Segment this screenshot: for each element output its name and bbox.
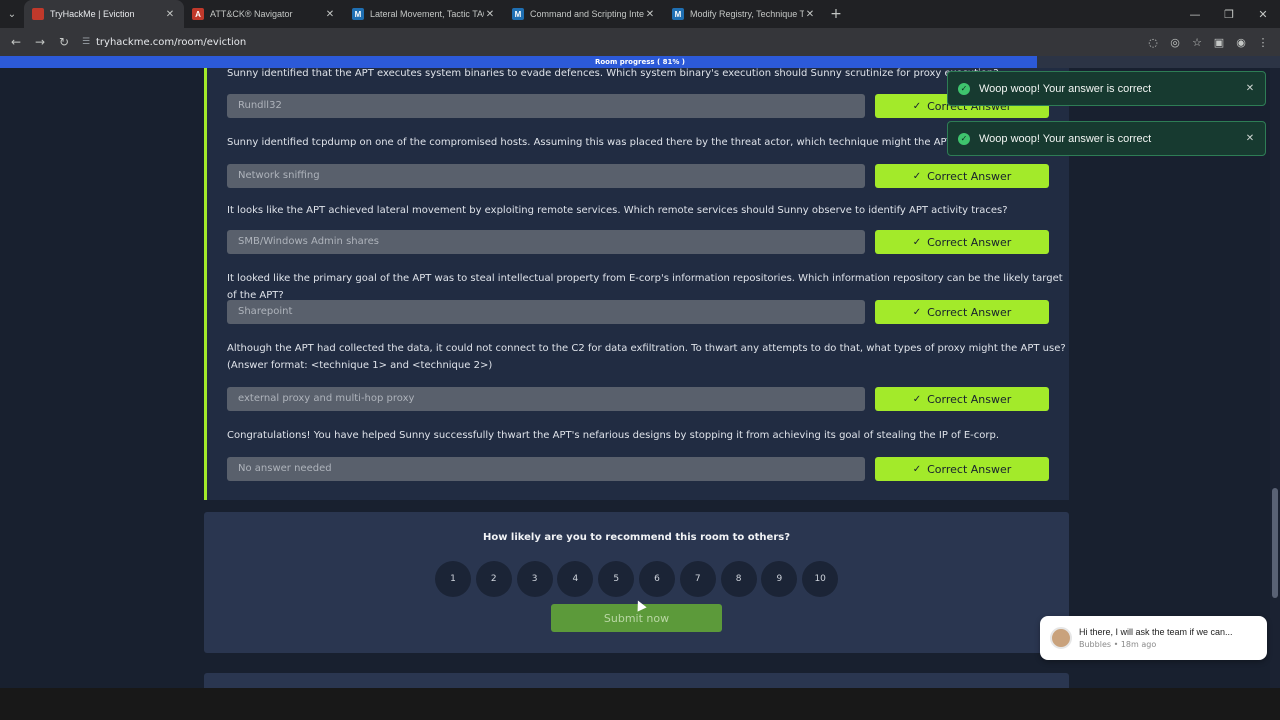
attack-navigator-icon: A <box>192 8 204 20</box>
close-window-icon[interactable]: ✕ <box>1246 0 1280 28</box>
menu-icon[interactable]: ⋮ <box>1252 36 1274 49</box>
tab-label: TryHackMe | Eviction <box>50 9 135 19</box>
tab-lateral-movement[interactable]: M Lateral Movement, Tactic TA000 ✕ <box>344 0 504 28</box>
tracking-icon[interactable]: ◌ <box>1142 36 1164 49</box>
check-circle-icon: ✓ <box>958 132 970 145</box>
correct-answer-button[interactable]: ✓ Correct Answer <box>875 457 1049 481</box>
question-text: Although the APT had collected the data,… <box>227 343 1066 371</box>
correct-answer-button[interactable]: ✓ Correct Answer <box>875 387 1049 411</box>
tab-label: Modify Registry, Technique T11 <box>690 9 804 19</box>
tab-bar: ⌄ TryHackMe | Eviction ✕ A ATT&CK® Navig… <box>0 0 1280 28</box>
rating-option-3[interactable]: 3 <box>516 561 553 597</box>
rating-options: 1 2 3 4 5 6 7 8 9 10 <box>435 561 843 597</box>
toast-message: Woop woop! Your answer is correct <box>979 82 1152 95</box>
check-icon: ✓ <box>912 236 922 248</box>
scrollbar-thumb[interactable] <box>1272 488 1278 598</box>
check-icon: ✓ <box>912 170 922 182</box>
tab-label: Command and Scripting Interpr <box>530 9 644 19</box>
answer-field[interactable]: external proxy and multi-hop proxy <box>227 387 865 411</box>
mitre-icon: M <box>352 8 364 20</box>
address-bar: ← → ↻ ☰ tryhackme.com/room/eviction ◌ ◎ … <box>0 28 1280 56</box>
check-icon: ✓ <box>912 306 922 318</box>
rating-option-6[interactable]: 6 <box>638 561 675 597</box>
check-icon: ✓ <box>912 463 922 475</box>
next-panel <box>204 673 1069 689</box>
back-icon[interactable]: ← <box>4 35 28 49</box>
mitre-icon: M <box>672 8 684 20</box>
success-toast: ✓ Woop woop! Your answer is correct ✕ <box>947 71 1266 106</box>
bookmark-star-icon[interactable]: ☆ <box>1186 36 1208 49</box>
close-icon[interactable]: ✕ <box>324 9 336 20</box>
forward-icon[interactable]: → <box>28 35 52 49</box>
check-icon: ✓ <box>912 100 922 112</box>
address-bar-actions: ◌ ◎ ☆ ▣ ◉ ⋮ <box>1142 28 1274 56</box>
eye-off-icon[interactable]: ◎ <box>1164 36 1186 49</box>
site-info-icon[interactable]: ☰ <box>82 37 96 47</box>
check-icon: ✓ <box>912 393 922 405</box>
rating-option-7[interactable]: 7 <box>679 561 716 597</box>
answer-field[interactable]: SMB/Windows Admin shares <box>227 230 865 254</box>
rating-option-2[interactable]: 2 <box>475 561 512 597</box>
taskbar <box>0 688 1280 720</box>
extensions-icon[interactable]: ▣ <box>1208 36 1230 49</box>
rating-option-9[interactable]: 9 <box>761 561 798 597</box>
button-label: Correct Answer <box>927 462 1012 476</box>
reload-icon[interactable]: ↻ <box>52 35 76 49</box>
chat-bubble[interactable]: Hi there, I will ask the team if we can.… <box>1040 616 1267 660</box>
question-text: It looked like the primary goal of the A… <box>227 273 1063 301</box>
toast-message: Woop woop! Your answer is correct <box>979 132 1152 145</box>
check-circle-icon: ✓ <box>958 82 970 95</box>
question-text: It looks like the APT achieved lateral m… <box>227 205 1008 216</box>
button-label: Correct Answer <box>927 169 1012 183</box>
tab-command-scripting[interactable]: M Command and Scripting Interpr ✕ <box>504 0 664 28</box>
minimize-icon[interactable]: — <box>1178 0 1212 28</box>
window-controls: — ❐ ✕ <box>1178 0 1280 28</box>
close-icon[interactable]: ✕ <box>1235 133 1265 144</box>
correct-answer-button[interactable]: ✓ Correct Answer <box>875 164 1049 188</box>
rating-option-1[interactable]: 1 <box>435 561 471 597</box>
chat-meta: Bubbles • 18m ago <box>1079 640 1157 649</box>
close-icon[interactable]: ✕ <box>644 9 656 20</box>
tab-label: Lateral Movement, Tactic TA000 <box>370 9 484 19</box>
close-icon[interactable]: ✕ <box>804 9 816 20</box>
rating-option-8[interactable]: 8 <box>720 561 757 597</box>
maximize-icon[interactable]: ❐ <box>1212 0 1246 28</box>
button-label: Correct Answer <box>927 235 1012 249</box>
recommend-rating-panel: How likely are you to recommend this roo… <box>204 512 1069 653</box>
scrollbar[interactable] <box>1270 68 1280 688</box>
tab-attack-navigator[interactable]: A ATT&CK® Navigator ✕ <box>184 0 344 28</box>
rating-option-10[interactable]: 10 <box>802 561 839 597</box>
avatar <box>1050 627 1072 649</box>
correct-answer-button[interactable]: ✓ Correct Answer <box>875 230 1049 254</box>
close-icon[interactable]: ✕ <box>164 9 176 20</box>
url-field[interactable]: ☰ tryhackme.com/room/eviction <box>82 37 246 48</box>
tryhackme-icon <box>32 8 44 20</box>
rating-option-4[interactable]: 4 <box>557 561 594 597</box>
answer-field[interactable]: No answer needed <box>227 457 865 481</box>
tab-label: ATT&CK® Navigator <box>210 9 293 19</box>
tab-modify-registry[interactable]: M Modify Registry, Technique T11 ✕ <box>664 0 824 28</box>
new-tab-icon[interactable]: + <box>824 6 848 22</box>
chat-message: Hi there, I will ask the team if we can.… <box>1079 627 1233 637</box>
question-text: Sunny identified tcpdump on one of the c… <box>227 137 967 148</box>
question-text: Congratulations! You have helped Sunny s… <box>227 430 1000 441</box>
tab-tryhackme[interactable]: TryHackMe | Eviction ✕ <box>24 0 184 28</box>
close-icon[interactable]: ✕ <box>1235 83 1265 94</box>
answer-field[interactable]: Rundll32 <box>227 94 865 118</box>
task-questions-panel: Sunny identified that the APT executes s… <box>204 68 1069 500</box>
correct-answer-button[interactable]: ✓ Correct Answer <box>875 300 1049 324</box>
success-toast: ✓ Woop woop! Your answer is correct ✕ <box>947 121 1266 156</box>
answer-field[interactable]: Network sniffing <box>227 164 865 188</box>
rating-title: How likely are you to recommend this roo… <box>482 532 791 543</box>
rating-option-5[interactable]: 5 <box>598 561 635 597</box>
answer-field[interactable]: Sharepoint <box>227 300 865 324</box>
button-label: Correct Answer <box>927 392 1012 406</box>
mitre-icon: M <box>512 8 524 20</box>
profile-icon[interactable]: ◉ <box>1230 36 1252 49</box>
tab-search-icon[interactable]: ⌄ <box>0 0 24 28</box>
question-text: Sunny identified that the APT executes s… <box>227 68 999 79</box>
close-icon[interactable]: ✕ <box>484 9 496 20</box>
button-label: Correct Answer <box>927 305 1012 319</box>
url-text: tryhackme.com/room/eviction <box>96 36 247 48</box>
